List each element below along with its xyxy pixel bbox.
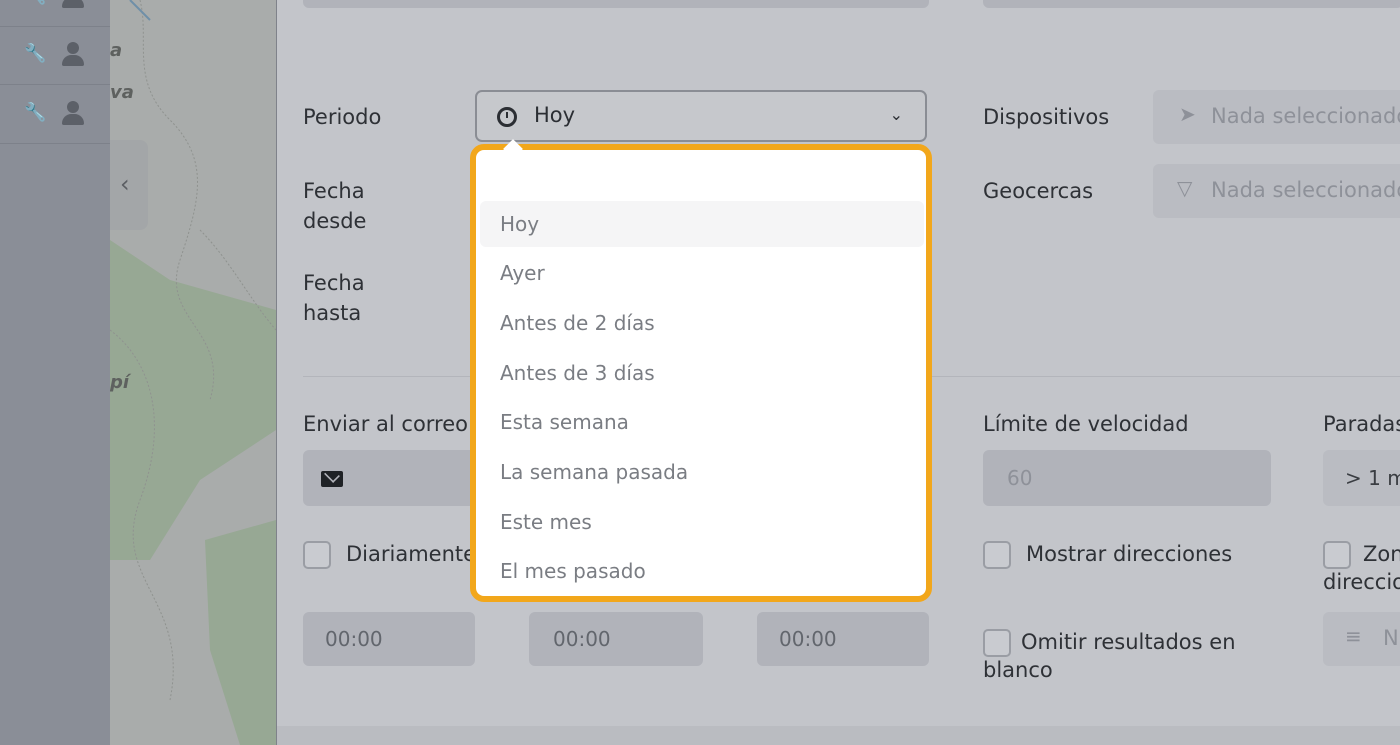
mostrar-direcciones-checkbox[interactable] <box>983 541 1011 569</box>
period-option-antes-2-dias[interactable]: Antes de 2 días <box>480 300 924 346</box>
omitir-resultados-checkbox[interactable] <box>983 629 1011 657</box>
list-select[interactable]: ≡ N <box>1323 612 1400 666</box>
mostrar-direcciones-label: Mostrar direcciones <box>1026 542 1233 566</box>
omitir-resultados-label-2: blanco <box>983 658 1053 682</box>
time-input[interactable]: 00:00 <box>757 612 929 666</box>
top-field[interactable] <box>983 0 1400 8</box>
time-input[interactable]: 00:00 <box>303 612 475 666</box>
zona-label-2: direccio <box>1323 570 1400 594</box>
limite-velocidad-label: Límite de velocidad <box>983 412 1189 436</box>
list-select-placeholder: N <box>1383 626 1399 650</box>
top-field[interactable] <box>303 0 929 8</box>
map-green-area <box>205 520 276 745</box>
period-select[interactable]: Hoy ⌄ <box>475 90 927 142</box>
zona-checkbox[interactable] <box>1323 541 1351 569</box>
fecha-desde-label-1: Fecha <box>303 179 365 203</box>
enviar-correo-label: Enviar al correo e <box>303 412 488 436</box>
period-option-esta-semana[interactable]: Esta semana <box>480 399 924 445</box>
time-input[interactable]: 00:00 <box>529 612 703 666</box>
period-option-mes-pasado[interactable]: El mes pasado <box>480 548 924 594</box>
filter-icon: ▽ <box>1177 176 1193 200</box>
sidebar-row[interactable]: 🔧 <box>0 26 110 85</box>
map[interactable]: a va pí <box>110 0 276 745</box>
sidebar: 🔧 🔧 🔧 <box>0 0 110 745</box>
envelope-icon <box>321 471 343 487</box>
wrench-icon[interactable]: 🔧 <box>24 44 46 64</box>
period-option-este-mes[interactable]: Este mes <box>480 499 924 545</box>
fecha-hasta-label-2: hasta <box>303 301 362 325</box>
map-graphics <box>110 0 276 745</box>
location-arrow-icon: ➤ <box>1179 102 1196 126</box>
map-label: pí <box>110 372 130 393</box>
speed-limit-value: 60 <box>1007 466 1033 490</box>
periodo-label: Periodo <box>303 105 382 129</box>
period-option-hoy[interactable]: Hoy <box>480 201 924 247</box>
dispositivos-label: Dispositivos <box>983 105 1110 129</box>
time-value: 00:00 <box>325 627 383 651</box>
dispositivos-select[interactable]: ➤ Nada seleccionado <box>1153 90 1400 144</box>
period-option-semana-pasada[interactable]: La semana pasada <box>480 449 924 495</box>
collapse-sidebar-button[interactable]: ‹ <box>110 140 148 230</box>
clock-icon <box>497 107 517 127</box>
fecha-hasta-label-1: Fecha <box>303 271 365 295</box>
geocercas-placeholder: Nada seleccionado <box>1211 178 1400 202</box>
diariamente-label: Diariamente <box>346 542 477 566</box>
geocercas-label: Geocercas <box>983 179 1094 203</box>
sidebar-row[interactable]: 🔧 <box>0 0 110 27</box>
period-dropdown-list: Hoy Ayer Antes de 2 días Antes de 3 días… <box>476 150 926 596</box>
wrench-icon[interactable]: 🔧 <box>24 103 46 123</box>
speed-limit-input[interactable]: 60 <box>983 450 1271 506</box>
fecha-desde-label-2: desde <box>303 209 367 233</box>
map-label: va <box>110 82 134 103</box>
paradas-label: Paradas <box>1323 412 1400 436</box>
map-green-area <box>110 240 276 560</box>
period-option-antes-3-dias[interactable]: Antes de 3 días <box>480 350 924 396</box>
geocercas-select[interactable]: ▽ Nada seleccionado <box>1153 164 1400 218</box>
map-label: a <box>110 40 123 61</box>
period-dropdown: Hoy Ayer Antes de 2 días Antes de 3 días… <box>470 139 932 602</box>
user-icon[interactable] <box>62 42 84 66</box>
sidebar-row[interactable]: 🔧 <box>0 85 110 144</box>
diariamente-checkbox[interactable] <box>303 541 331 569</box>
time-value: 00:00 <box>779 627 837 651</box>
wrench-icon[interactable]: 🔧 <box>24 0 46 6</box>
user-icon[interactable] <box>62 101 84 125</box>
period-select-value: Hoy <box>534 103 576 127</box>
list-icon: ≡ <box>1345 624 1362 648</box>
email-field[interactable] <box>303 450 483 506</box>
omitir-resultados-label-1: Omitir resultados en <box>1021 630 1236 654</box>
chevron-down-icon: ⌄ <box>889 105 903 124</box>
dispositivos-placeholder: Nada seleccionado <box>1211 104 1400 128</box>
time-value: 00:00 <box>553 627 611 651</box>
period-option-ayer[interactable]: Ayer <box>480 250 924 296</box>
paradas-value: > 1 m <box>1345 466 1400 490</box>
zona-label-1: Zon <box>1363 542 1400 566</box>
user-icon[interactable] <box>62 0 84 8</box>
paradas-select[interactable]: > 1 m <box>1323 450 1400 506</box>
panel-footer <box>277 726 1400 745</box>
chevron-left-icon: ‹ <box>120 170 130 198</box>
